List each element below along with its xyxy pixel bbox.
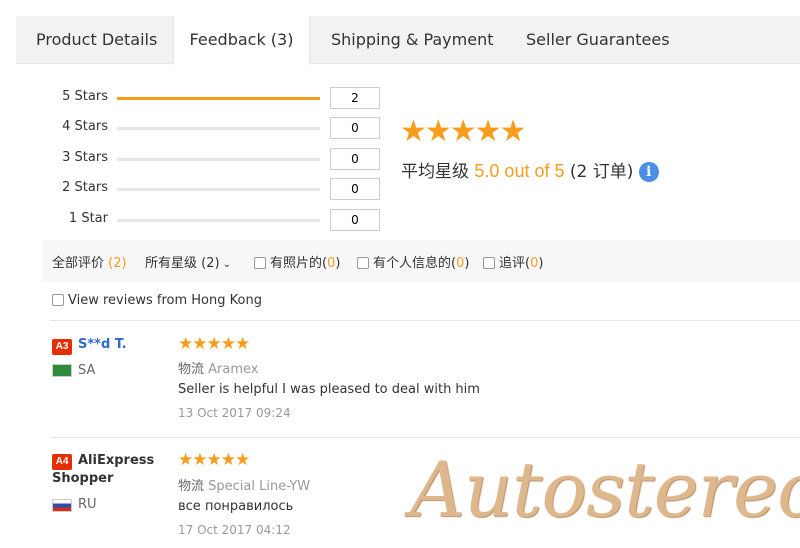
average-stars: ★★★★★ [400, 114, 526, 149]
rating-count: 2 [330, 87, 380, 109]
filter-with-personal-info[interactable]: 有个人信息的(0) [357, 252, 469, 271]
filter-all-label: 全部评价 [52, 256, 105, 271]
checkbox[interactable] [52, 294, 64, 306]
review-filter-bar: 全部评价 (2) 所有星级 (2) ⌄ 有照片的(0) 有个人信息的(0) 追评(… [42, 240, 800, 282]
checkbox[interactable] [254, 257, 266, 269]
checkbox[interactable] [483, 257, 495, 269]
rating-row-label: 2 Stars [62, 180, 108, 195]
rating-row-label: 3 Stars [62, 150, 108, 165]
rating-count: 0 [330, 148, 380, 170]
filter-followup-label: 追评 [499, 256, 526, 271]
reviewer-country: SA [78, 363, 96, 378]
review-stars: ★★★★★ [178, 450, 250, 470]
average-score: 5.0 out of 5 [474, 161, 565, 181]
country-flag-icon [52, 364, 72, 377]
watermark-logo: Autostereo [410, 445, 800, 534]
rating-bar [117, 97, 320, 100]
divider [50, 320, 800, 321]
review-text: Seller is helpful I was pleased to deal … [178, 382, 480, 397]
review-item: A3 S**d T. SA ★★★★★ 物流 Aramex Seller is … [42, 320, 800, 435]
rating-count: 0 [330, 178, 380, 200]
chevron-down-icon: ⌄ [222, 259, 231, 270]
reviewer-name: AliExpress [78, 453, 155, 468]
review-date: 17 Oct 2017 04:12 [178, 523, 291, 537]
tab-seller-guarantees[interactable]: Seller Guarantees [526, 16, 670, 64]
info-icon[interactable]: i [638, 162, 659, 182]
rating-bar [117, 127, 320, 130]
review-stars: ★★★★★ [178, 334, 250, 354]
logistics-method: Aramex [208, 362, 259, 377]
rating-bar [117, 219, 320, 222]
filter-info-label: 有个人信息的 [373, 256, 452, 271]
tab-feedback[interactable]: Feedback (3) [173, 16, 310, 65]
filter-paren: ) [335, 256, 341, 271]
divider [50, 437, 800, 438]
country-flag-icon [52, 499, 72, 512]
checkbox[interactable] [357, 257, 369, 269]
star-level-dropdown[interactable]: 所有星级 (2) ⌄ [145, 252, 231, 271]
average-label: 平均星级 [401, 162, 469, 182]
rating-row-label: 4 Stars [62, 119, 108, 134]
buyer-level-badge: A3 [52, 339, 72, 355]
filter-with-photos[interactable]: 有照片的(0) [254, 252, 340, 271]
reviewer-country: RU [78, 497, 97, 512]
average-rating: 平均星级 5.0 out of 5 (2 订单) i [401, 157, 659, 182]
logistics-method: Special Line-YW [208, 479, 311, 494]
filter-photos-label: 有照片的 [270, 256, 323, 271]
tab-shipping-payment[interactable]: Shipping & Payment [331, 16, 494, 64]
rating-count: 0 [330, 117, 380, 139]
tab-product-details[interactable]: Product Details [36, 16, 157, 64]
review-text: все понравилось [178, 499, 294, 514]
rating-bar [117, 188, 320, 191]
order-count: (2 订单) [569, 162, 634, 182]
logistics-info: 物流 Aramex [178, 358, 259, 377]
rating-row-label: 5 Stars [62, 89, 108, 104]
logistics-label: 物流 [178, 362, 205, 377]
filter-all-count: (2) [108, 256, 127, 271]
reviewer-name: Shopper [52, 471, 114, 486]
filter-followup[interactable]: 追评(0) [483, 252, 543, 271]
rating-count: 0 [330, 209, 380, 231]
filter-all-reviews[interactable]: 全部评价 (2) [52, 252, 127, 271]
star-level-value: 所有星级 (2) [145, 256, 220, 271]
filter-paren: ) [464, 256, 470, 271]
tab-bar: Product Details Feedback (3) Shipping & … [16, 16, 800, 65]
reviewer-name[interactable]: S**d T. [78, 337, 127, 352]
logistics-info: 物流 Special Line-YW [178, 475, 310, 494]
logistics-label: 物流 [178, 479, 205, 494]
rating-bar [117, 158, 320, 161]
filter-hong-kong-label: View reviews from Hong Kong [68, 293, 262, 308]
rating-row-label: 1 Star [68, 211, 108, 226]
filter-paren: ) [538, 256, 544, 271]
review-date: 13 Oct 2017 09:24 [178, 406, 291, 420]
filter-hong-kong[interactable]: View reviews from Hong Kong [52, 293, 262, 308]
rating-bar-fill [117, 97, 320, 100]
buyer-level-badge: A4 [52, 454, 72, 470]
